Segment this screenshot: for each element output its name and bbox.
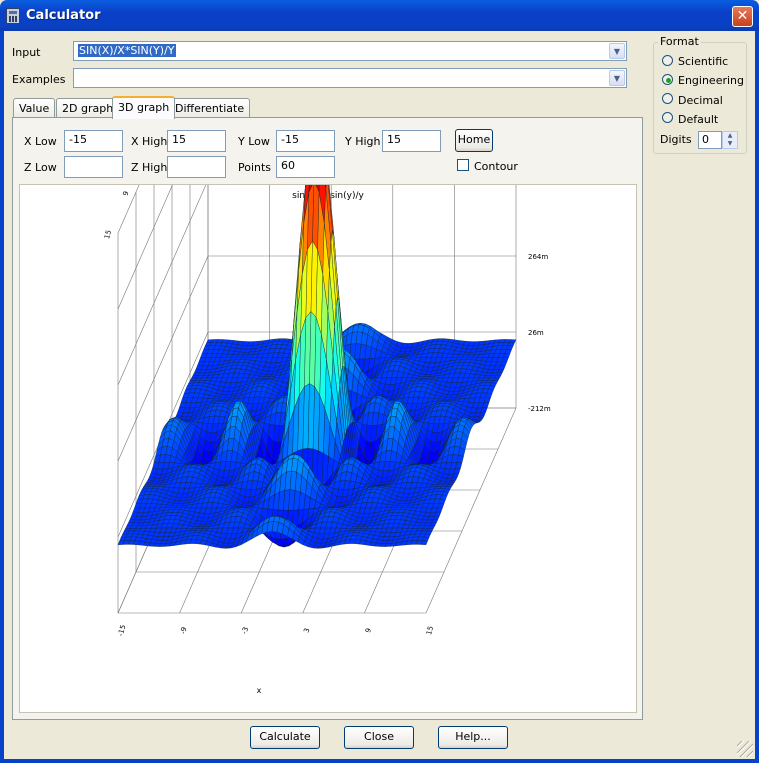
window-title: Calculator (26, 8, 101, 23)
digits-spinner[interactable]: ▲ ▼ (722, 131, 738, 149)
tab-differentiate[interactable]: Differentiate (169, 98, 251, 118)
chevron-down-icon[interactable]: ▼ (609, 70, 625, 86)
window-frame-bottom (0, 759, 759, 763)
close-button[interactable]: Close (344, 726, 414, 749)
close-icon[interactable]: ✕ (732, 6, 753, 27)
x-tick-label: 9 (364, 627, 373, 633)
radio-label-decimal: Decimal (678, 94, 723, 107)
radio-label-scientific: Scientific (678, 55, 729, 68)
input-combobox[interactable]: SIN(X)/X*SIN(Y)/Y ▼ (73, 41, 627, 61)
examples-combobox[interactable]: ▼ (73, 68, 627, 88)
y-low-label: Y Low (238, 135, 270, 148)
z-high-input[interactable] (167, 156, 226, 178)
y-tick-label: 9 (122, 190, 131, 196)
calculator-icon (6, 8, 20, 24)
window-frame-right (755, 31, 759, 763)
x-tick-label: 3 (302, 627, 311, 633)
y-high-label: Y High (345, 135, 381, 148)
z-low-label: Z Low (24, 161, 57, 174)
radio-decimal[interactable] (662, 93, 673, 104)
chevron-down-icon[interactable]: ▼ (609, 43, 625, 59)
radio-engineering[interactable] (662, 74, 673, 85)
digits-input[interactable]: 0 (698, 131, 722, 149)
help-button[interactable]: Help... (438, 726, 508, 749)
x-high-input[interactable]: 15 (167, 130, 226, 152)
input-label: Input (12, 46, 41, 59)
digits-label: Digits (660, 133, 692, 146)
grid-line (117, 27, 209, 234)
x-tick-label: 15 (425, 625, 435, 636)
points-label: Points (238, 161, 272, 174)
contour-checkbox[interactable] (457, 159, 469, 171)
tab-3d-graph[interactable]: 3D graph (112, 96, 176, 119)
radio-scientific[interactable] (662, 55, 673, 66)
x-low-label: X Low (24, 135, 57, 148)
window-frame-left (0, 31, 4, 763)
spin-up-icon[interactable]: ▲ (723, 132, 737, 140)
z-high-label: Z High (131, 161, 168, 174)
tab-value[interactable]: Value (13, 98, 56, 118)
radio-label-engineering: Engineering (678, 74, 744, 87)
home-button[interactable]: Home (455, 129, 493, 152)
y-low-input[interactable]: -15 (276, 130, 335, 152)
title-bar[interactable]: Calculator ✕ (0, 0, 759, 31)
input-value[interactable]: SIN(X)/X*SIN(Y)/Y (78, 44, 176, 57)
z-tick-label: 264m (528, 253, 548, 261)
surface-chart[interactable]: sin(x)/x*sin(y)/y-15-9-33915-15-9-33915-… (20, 23, 636, 712)
format-legend: Format (658, 35, 701, 48)
grid-line (117, 103, 209, 310)
plot-area[interactable]: sin(x)/x*sin(y)/y-15-9-33915-15-9-33915-… (19, 23, 637, 713)
contour-label: Contour (474, 160, 518, 173)
x-axis-label: x (257, 686, 262, 695)
y-tick-label: 15 (103, 229, 113, 240)
y-high-input[interactable]: 15 (382, 130, 441, 152)
x-tick-label: -3 (241, 626, 251, 635)
x-tick-label: -9 (179, 626, 189, 635)
calculate-button[interactable]: Calculate (250, 726, 320, 749)
spin-down-icon[interactable]: ▼ (723, 140, 737, 148)
examples-label: Examples (12, 73, 66, 86)
radio-label-default: Default (678, 113, 719, 126)
z-tick-label: -212m (528, 405, 551, 413)
grid-line (117, 179, 209, 386)
z-tick-label: 26m (528, 329, 544, 337)
points-input[interactable]: 60 (276, 156, 335, 178)
x-low-input[interactable]: -15 (64, 130, 123, 152)
resize-grip[interactable] (737, 741, 753, 757)
x-tick-label: -15 (117, 624, 128, 637)
tab-2d-graph[interactable]: 2D graph (56, 98, 120, 118)
x-high-label: X High (131, 135, 168, 148)
z-low-input[interactable] (64, 156, 123, 178)
radio-default[interactable] (662, 112, 673, 123)
